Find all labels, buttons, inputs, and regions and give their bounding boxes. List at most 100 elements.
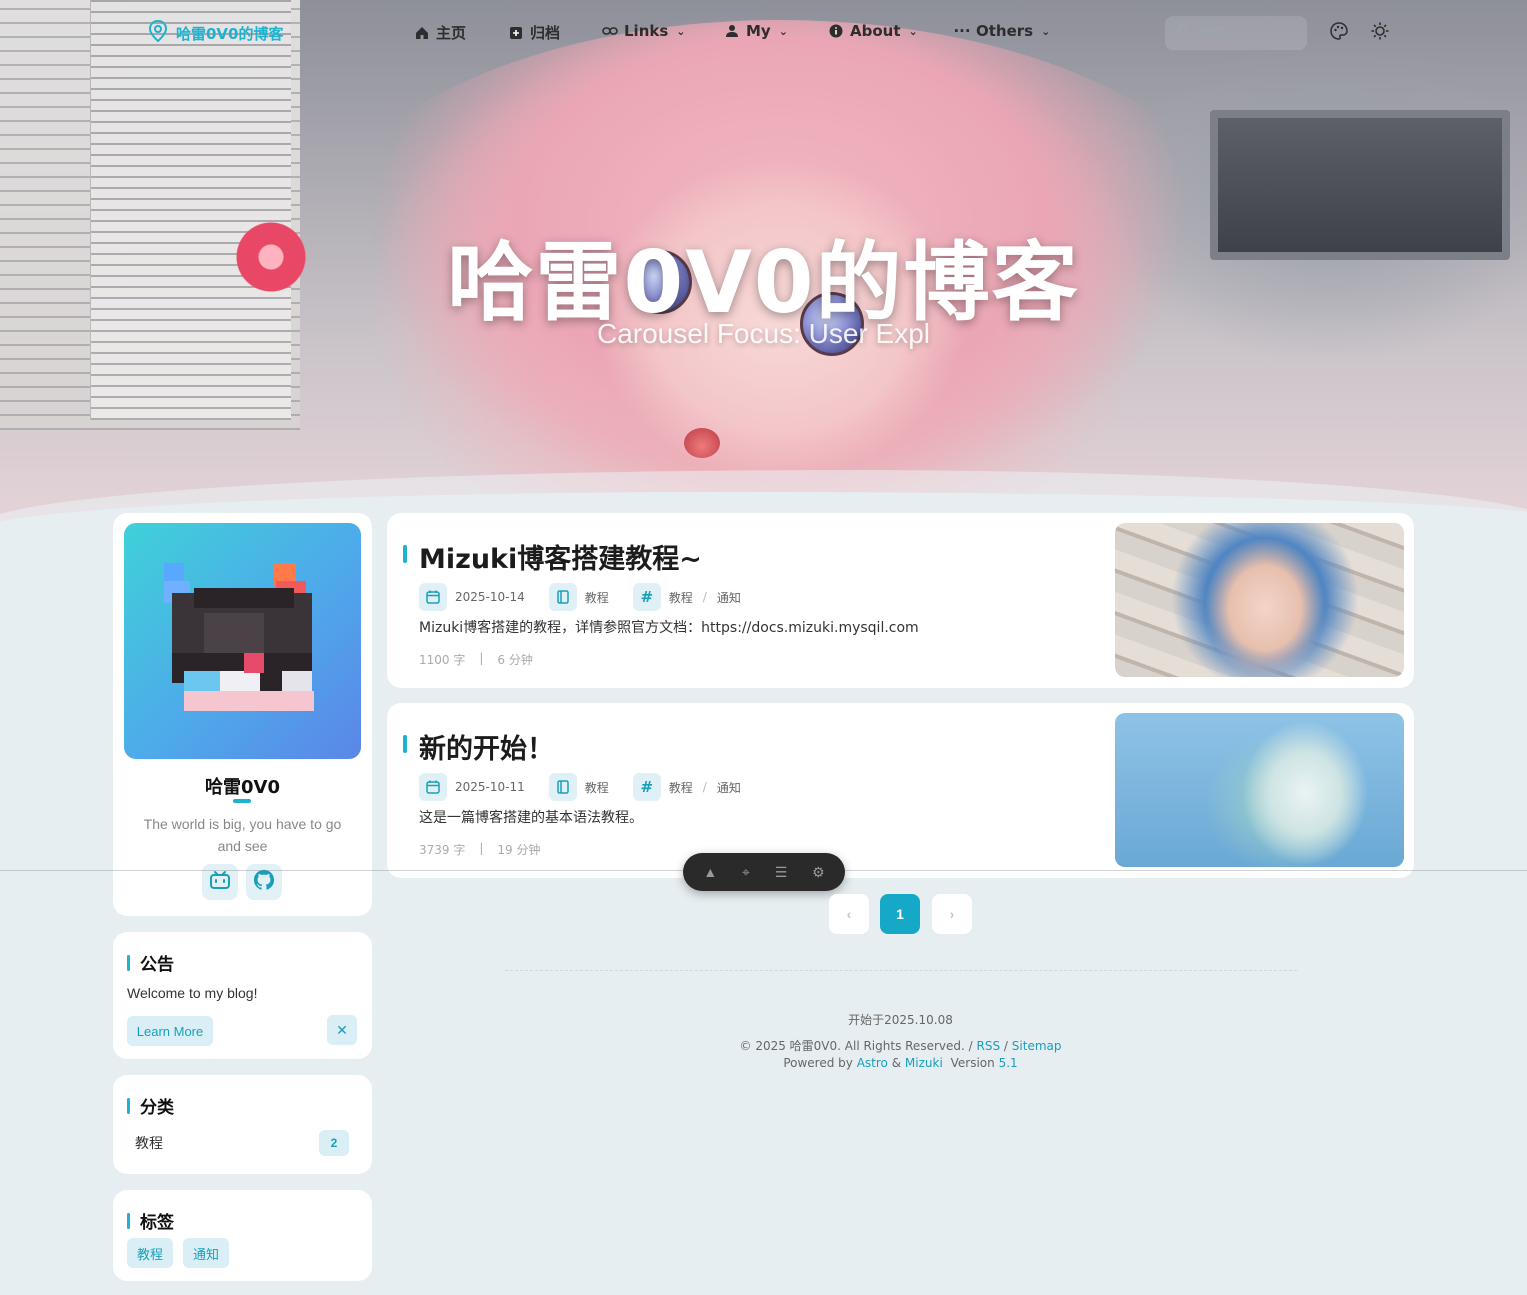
footer-divider bbox=[505, 970, 1297, 971]
link-icon bbox=[602, 23, 618, 39]
footer-amp: & bbox=[891, 1056, 902, 1070]
footer-powered-row: Powered by Astro & Mizuki Version 5.1 bbox=[387, 1056, 1414, 1070]
profile-bio: The world is big, you have to go and see bbox=[143, 816, 342, 854]
hero-subtitle: Carousel Focus: User Expl bbox=[596, 318, 930, 349]
page: 哈雷0V0的博客 Carousel Focus: User Expl 哈雷0V0… bbox=[0, 0, 1527, 1295]
page-number-button[interactable]: 1 bbox=[880, 894, 920, 934]
nav-item-links[interactable]: Links ⌄ bbox=[602, 22, 686, 40]
profile-name: 哈雷0V0 bbox=[205, 777, 280, 798]
audit-icon[interactable]: ☰ bbox=[775, 864, 788, 881]
archive-icon bbox=[508, 25, 524, 41]
stats-separator: | bbox=[479, 651, 484, 665]
nav-item-about[interactable]: About ⌄ bbox=[828, 22, 918, 40]
tags-title: 标签 bbox=[127, 1208, 174, 1233]
settings-icon[interactable]: ⚙ bbox=[812, 864, 825, 881]
post-category-link[interactable]: 教程 bbox=[585, 589, 609, 606]
next-page-button[interactable]: › bbox=[932, 894, 972, 934]
nav-label-my: My bbox=[746, 22, 771, 40]
learn-more-button[interactable]: Learn More bbox=[127, 1016, 213, 1046]
astro-link[interactable]: Astro bbox=[857, 1056, 888, 1070]
nav-label-links: Links bbox=[624, 22, 669, 40]
post-tag-link[interactable]: 通知 bbox=[717, 589, 741, 606]
category-count-badge: 2 bbox=[319, 1130, 349, 1156]
tags-title-text: 标签 bbox=[140, 1213, 174, 1233]
category-item[interactable]: 教程 2 bbox=[135, 1130, 349, 1156]
avatar-pixel-art bbox=[164, 563, 314, 711]
prev-page-button[interactable]: ‹ bbox=[829, 894, 869, 934]
mizuki-link[interactable]: Mizuki bbox=[905, 1056, 943, 1070]
hero-mouth bbox=[684, 428, 720, 458]
post-card[interactable]: Mizuki博客搭建教程~ 2025-10-14 教程 # 教程 / 通知 Mi… bbox=[387, 513, 1414, 688]
user-icon bbox=[724, 23, 740, 39]
post-accent-bar bbox=[403, 545, 407, 563]
read-time: 19 分钟 bbox=[497, 843, 541, 857]
book-icon bbox=[548, 583, 577, 611]
title-accent-bar bbox=[127, 1097, 130, 1114]
post-tag-link[interactable]: 教程 bbox=[669, 589, 693, 606]
nav-label-others: Others bbox=[976, 22, 1034, 40]
chevron-down-icon: ⌄ bbox=[778, 24, 788, 38]
post-cover-image[interactable] bbox=[1115, 523, 1404, 677]
close-notice-button[interactable]: ✕ bbox=[327, 1015, 357, 1045]
profile-name-underline bbox=[233, 799, 251, 803]
nav-item-my[interactable]: My ⌄ bbox=[724, 22, 788, 40]
theme-toggle-button[interactable] bbox=[1367, 20, 1393, 46]
nav-label-about: About bbox=[850, 22, 901, 40]
post-meta: 2025-10-14 教程 # 教程 / 通知 bbox=[419, 583, 741, 611]
notice-title-text: 公告 bbox=[140, 955, 174, 975]
chevron-down-icon: ⌄ bbox=[908, 24, 918, 38]
palette-icon bbox=[1330, 21, 1348, 45]
categories-title-text: 分类 bbox=[140, 1098, 174, 1118]
post-description: Mizuki博客搭建的教程，详情参照官方文档：https://docs.mizu… bbox=[419, 620, 919, 636]
tag-chip[interactable]: 通知 bbox=[183, 1238, 230, 1268]
footer-started: 开始于2025.10.08 bbox=[848, 1013, 953, 1027]
post-tag-link[interactable]: 通知 bbox=[717, 779, 741, 796]
calendar-icon bbox=[419, 583, 447, 611]
astro-icon[interactable]: ▲ bbox=[703, 864, 717, 880]
post-title[interactable]: 新的开始！ bbox=[419, 727, 554, 766]
avatar[interactable] bbox=[124, 523, 361, 759]
nav-item-archive[interactable]: 归档 bbox=[508, 22, 560, 43]
tag-separator: / bbox=[702, 590, 707, 604]
search-box[interactable] bbox=[1165, 16, 1307, 50]
post-meta: 2025-10-11 教程 # 教程 / 通知 bbox=[419, 773, 741, 801]
nav-item-others[interactable]: ··· Others ⌄ bbox=[953, 22, 1051, 40]
book-icon bbox=[548, 773, 577, 801]
search-icon bbox=[1177, 24, 1191, 43]
home-icon bbox=[414, 25, 430, 41]
nav-item-home[interactable]: 主页 bbox=[414, 22, 466, 43]
location-pin-icon bbox=[148, 19, 168, 46]
post-stats: 3739 字 | 19 分钟 bbox=[419, 841, 541, 858]
sun-icon bbox=[1371, 22, 1389, 45]
floating-toolbar: ▲ ⌖ ☰ ⚙ bbox=[683, 853, 845, 891]
footer-copyright: © 2025 哈雷0V0. All Rights Reserved. / bbox=[739, 1039, 973, 1053]
title-accent-bar bbox=[127, 954, 130, 971]
hashtag-icon: # bbox=[632, 583, 661, 611]
post-category-link[interactable]: 教程 bbox=[585, 779, 609, 796]
chevron-down-icon: ⌄ bbox=[676, 24, 686, 38]
nav-label-archive: 归档 bbox=[530, 24, 561, 42]
post-tag-link[interactable]: 教程 bbox=[669, 779, 693, 796]
palette-button[interactable] bbox=[1326, 20, 1352, 46]
post-title[interactable]: Mizuki博客搭建教程~ bbox=[419, 537, 702, 576]
post-date: 2025-10-11 bbox=[455, 780, 525, 794]
rss-link[interactable]: RSS bbox=[977, 1039, 1001, 1053]
cursor-icon[interactable]: ⌖ bbox=[742, 864, 750, 881]
post-card[interactable]: 新的开始！ 2025-10-11 教程 # 教程 / 通知 这是一篇博客搭建的基… bbox=[387, 703, 1414, 878]
post-cover-image[interactable] bbox=[1115, 713, 1404, 867]
brand-name: 哈雷0V0的博客 bbox=[176, 24, 284, 43]
chevron-down-icon: ⌄ bbox=[1041, 24, 1051, 38]
post-stats: 1100 字 | 6 分钟 bbox=[419, 651, 533, 668]
notice-card: 公告 Welcome to my blog! Learn More ✕ bbox=[113, 932, 372, 1059]
brand-link[interactable]: 哈雷0V0的博客 bbox=[148, 19, 284, 46]
sitemap-link[interactable]: Sitemap bbox=[1012, 1039, 1062, 1053]
notice-text: Welcome to my blog! bbox=[127, 985, 258, 1001]
categories-card: 分类 教程 2 bbox=[113, 1075, 372, 1174]
post-description: 这是一篇博客搭建的基本语法教程。 bbox=[419, 810, 643, 826]
post-date: 2025-10-14 bbox=[455, 590, 525, 604]
tag-chip[interactable]: 教程 bbox=[127, 1238, 174, 1268]
search-input[interactable] bbox=[1199, 25, 1289, 41]
hashtag-icon: # bbox=[632, 773, 661, 801]
hero-banner: 哈雷0V0的博客 Carousel Focus: User Expl bbox=[0, 0, 1527, 560]
profile-card: 哈雷0V0 The world is big, you have to go a… bbox=[113, 513, 372, 916]
